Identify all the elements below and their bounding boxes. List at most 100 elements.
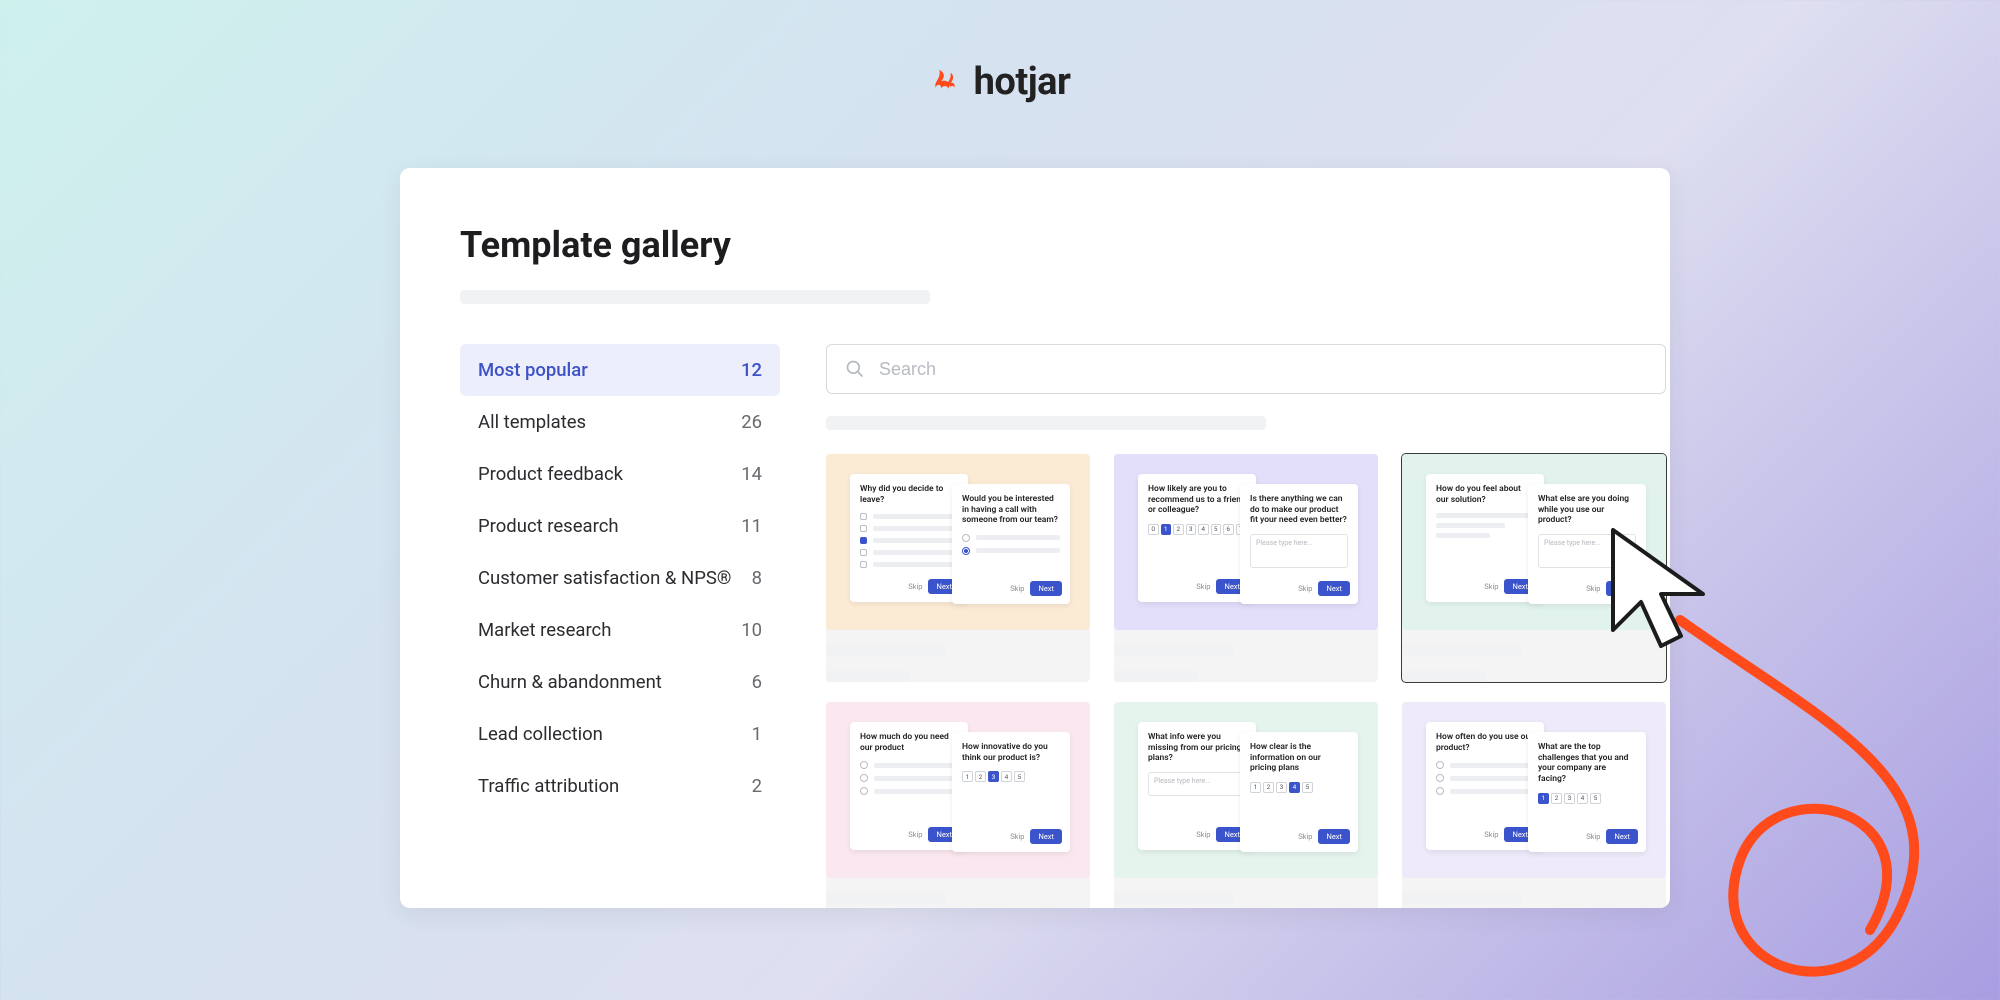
brand-logo: hotjar <box>0 60 2000 104</box>
mini-survey-card: What are the top challenges that you and… <box>1528 732 1646 852</box>
template-gallery-panel: Template gallery Most popular 12 All tem… <box>400 168 1670 908</box>
sidebar-item-product-research[interactable]: Product research 11 <box>460 500 780 552</box>
sidebar-item-label: Most popular <box>478 358 741 382</box>
search-box[interactable] <box>826 344 1666 394</box>
mini-survey-card: Why did you decide to leave? SkipNext <box>850 474 968 602</box>
main-content: Why did you decide to leave? Skip Next <box>826 344 1666 908</box>
mini-survey-card: Would you be interested in having a call… <box>952 484 1070 604</box>
card-subtitle-skeleton <box>1402 670 1486 682</box>
mini-survey-card: How clear is the information on our pric… <box>1240 732 1358 852</box>
category-sidebar: Most popular 12 All templates 26 Product… <box>460 344 780 908</box>
page-title: Template gallery <box>460 224 1610 266</box>
mini-survey-card: What else are you doing while you use ou… <box>1528 484 1646 604</box>
mini-skip: Skip <box>908 830 922 839</box>
mini-survey-card: How innovative do you think our product … <box>952 732 1070 852</box>
sidebar-item-label: Product research <box>478 514 741 538</box>
sidebar-item-label: All templates <box>478 410 741 434</box>
sidebar-item-count: 1 <box>752 722 762 746</box>
mini-skip: Skip <box>1586 584 1600 593</box>
template-grid: Why did you decide to leave? Skip Next <box>826 454 1666 908</box>
search-input[interactable] <box>879 359 1647 380</box>
sidebar-item-lead-collection[interactable]: Lead collection 1 <box>460 708 780 760</box>
mini-question: How clear is the information on our pric… <box>1250 742 1348 774</box>
mini-question: How do you feel about our solution? <box>1436 484 1534 505</box>
mini-skip: Skip <box>1298 832 1312 841</box>
card-preview: What info were you missing from our pric… <box>1114 702 1378 878</box>
template-card-selected[interactable]: How do you feel about our solution? Skip… <box>1402 454 1666 682</box>
sidebar-item-count: 6 <box>752 670 762 694</box>
hotjar-flame-icon <box>930 67 960 97</box>
sidebar-item-label: Churn & abandonment <box>478 670 752 694</box>
sidebar-item-most-popular[interactable]: Most popular 12 <box>460 344 780 396</box>
sidebar-item-count: 12 <box>741 358 762 382</box>
mini-skip: Skip <box>1298 584 1312 593</box>
template-card[interactable]: How likely are you to recommend us to a … <box>1114 454 1378 682</box>
template-card[interactable]: Why did you decide to leave? Skip Next <box>826 454 1090 682</box>
mini-next: Next <box>1030 581 1062 596</box>
sidebar-item-traffic-attribution[interactable]: Traffic attribution 2 <box>460 760 780 812</box>
mini-question: Would you be interested in having a call… <box>962 494 1060 526</box>
sidebar-item-label: Customer satisfaction & NPS® <box>478 566 752 590</box>
mini-question: Why did you decide to leave? <box>860 484 958 505</box>
card-title-skeleton <box>1114 644 1234 656</box>
mini-survey-card: What info were you missing from our pric… <box>1138 722 1256 850</box>
mini-skip: Skip <box>1484 582 1498 591</box>
sidebar-item-count: 2 <box>752 774 762 798</box>
decorative-swirl-icon <box>1640 600 2000 1000</box>
card-subtitle-skeleton <box>826 670 910 682</box>
mini-skip: Skip <box>1196 830 1210 839</box>
brand-name: hotjar <box>974 60 1071 104</box>
search-icon <box>845 359 865 379</box>
card-preview: How often do you use our product? Skip Ne… <box>1402 702 1666 878</box>
sidebar-item-churn-abandonment[interactable]: Churn & abandonment 6 <box>460 656 780 708</box>
mini-survey-card: How likely are you to recommend us to a … <box>1138 474 1256 602</box>
card-title-skeleton <box>1402 892 1522 904</box>
mini-next: Next <box>1606 581 1638 596</box>
mini-question: How much do you need our product <box>860 732 958 753</box>
sidebar-item-count: 26 <box>741 410 762 434</box>
card-title-skeleton <box>826 892 946 904</box>
sidebar-item-count: 11 <box>741 514 762 538</box>
card-subtitle-skeleton <box>1114 670 1198 682</box>
sidebar-item-csat-nps[interactable]: Customer satisfaction & NPS® 8 <box>460 552 780 604</box>
mini-question: How innovative do you think our product … <box>962 742 1060 763</box>
template-card[interactable]: What info were you missing from our pric… <box>1114 702 1378 908</box>
sidebar-item-label: Product feedback <box>478 462 741 486</box>
sidebar-item-label: Traffic attribution <box>478 774 752 798</box>
mini-question: How likely are you to recommend us to a … <box>1148 484 1246 516</box>
mini-skip: Skip <box>1586 832 1600 841</box>
mini-question: What are the top challenges that you and… <box>1538 742 1636 785</box>
subtitle-skeleton <box>460 290 930 304</box>
mini-question: How often do you use our product? <box>1436 732 1534 753</box>
card-title-skeleton <box>826 644 946 656</box>
card-preview: Why did you decide to leave? Skip Next <box>826 454 1090 630</box>
mini-survey-card: How do you feel about our solution? Skip… <box>1426 474 1544 602</box>
card-title-skeleton <box>1114 892 1234 904</box>
mini-question: What else are you doing while you use ou… <box>1538 494 1636 526</box>
mini-question: What info were you missing from our pric… <box>1148 732 1246 764</box>
sidebar-item-count: 8 <box>752 566 762 590</box>
mini-survey-card: How much do you need our product SkipNex… <box>850 722 968 850</box>
template-card[interactable]: How much do you need our product Skip Nex… <box>826 702 1090 908</box>
sidebar-item-all-templates[interactable]: All templates 26 <box>460 396 780 448</box>
mini-skip: Skip <box>1484 830 1498 839</box>
sidebar-item-count: 10 <box>741 618 762 642</box>
card-title-skeleton <box>1402 644 1522 656</box>
mini-textarea: Please type here... <box>1538 534 1636 568</box>
mini-survey-card: How often do you use our product? SkipNe… <box>1426 722 1544 850</box>
sidebar-item-product-feedback[interactable]: Product feedback 14 <box>460 448 780 500</box>
sidebar-item-count: 14 <box>741 462 762 486</box>
mini-skip: Skip <box>1010 584 1024 593</box>
sidebar-item-label: Lead collection <box>478 722 752 746</box>
template-card[interactable]: How often do you use our product? Skip Ne… <box>1402 702 1666 908</box>
mini-next: Next <box>1606 829 1638 844</box>
sidebar-item-market-research[interactable]: Market research 10 <box>460 604 780 656</box>
mini-survey-card: Is there anything we can do to make our … <box>1240 484 1358 604</box>
sidebar-item-label: Market research <box>478 618 741 642</box>
mini-question: Is there anything we can do to make our … <box>1250 494 1348 526</box>
mini-next: Next <box>1318 829 1350 844</box>
mini-next: Next <box>1030 829 1062 844</box>
card-preview: How do you feel about our solution? Skip… <box>1402 454 1666 630</box>
mini-skip: Skip <box>1196 582 1210 591</box>
mini-next: Next <box>1318 581 1350 596</box>
